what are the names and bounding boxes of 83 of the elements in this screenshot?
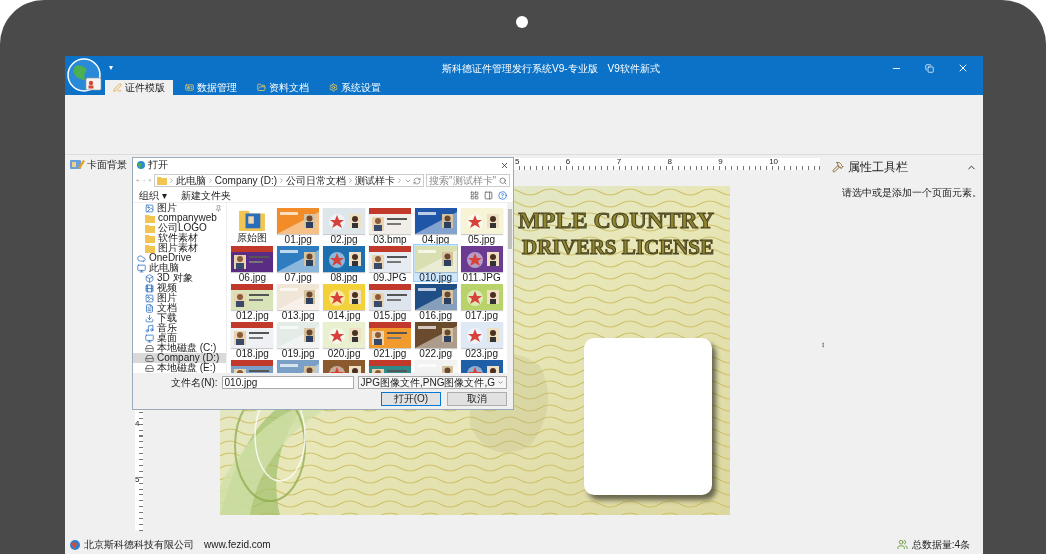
folder-icon — [257, 83, 266, 92]
ruler-label: 5 — [135, 475, 141, 486]
nav-item[interactable]: 3D 对象 — [133, 273, 226, 283]
breadcrumb-item[interactable]: Company (D:) — [214, 175, 277, 186]
window-title: 斯科德证件管理发行系统V9-专业版 V9软件新式 — [442, 61, 660, 76]
dialog-title: 打开 — [148, 160, 168, 170]
nav-item[interactable]: companyweb — [133, 213, 226, 223]
webcam-icon — [516, 16, 528, 28]
nav-item[interactable]: OneDrive — [133, 253, 226, 263]
nav-item[interactable]: Company (D:) — [133, 353, 226, 363]
toolbar-button[interactable]: 组织 ▾ — [139, 190, 167, 201]
quick-access-button[interactable]: ▾ — [109, 62, 119, 74]
company-name: 北京斯科德科技有限公司 — [84, 538, 194, 552]
id-card-icon — [185, 83, 194, 92]
refresh-icon[interactable] — [413, 176, 421, 185]
search-field[interactable]: 搜索"测试样卡" — [426, 174, 510, 187]
close-button[interactable] — [500, 160, 509, 170]
nav-item[interactable]: 音乐 — [133, 323, 226, 333]
nav-item[interactable]: 此电脑 — [133, 263, 226, 273]
panel-message: 请选中或是添加一个页面元素。 — [841, 186, 983, 200]
close-icon — [500, 160, 509, 170]
address-bar[interactable]: 此电脑 Company (D:) 公司日常文档 测试样卡 — [153, 174, 424, 187]
gear-icon — [329, 83, 338, 92]
drive-icon — [145, 363, 154, 373]
ruler-label: 10 — [769, 158, 780, 168]
ruler-label: 5 — [515, 158, 521, 168]
hammer-icon — [832, 161, 844, 173]
chevron-icon — [278, 177, 285, 184]
pen-icon — [113, 83, 122, 92]
ruler-label: 6 — [565, 158, 572, 168]
ribbon-tab[interactable]: 系统设置 — [321, 80, 389, 95]
image-icon — [145, 203, 154, 213]
search-icon — [499, 176, 507, 185]
drive-icon — [145, 343, 154, 353]
ribbon-tab[interactable]: 证件模版 — [105, 80, 173, 95]
nav-item[interactable]: 桌面 — [133, 333, 226, 343]
tool-button[interactable]: 卡面背景 — [69, 156, 127, 172]
music-icon — [145, 323, 154, 333]
website-link[interactable]: www.fezid.com — [204, 537, 271, 552]
ruler-label: 4 — [135, 420, 141, 430]
drive-icon — [145, 353, 154, 363]
nav-item[interactable]: 图片 — [133, 293, 226, 303]
chevron-icon — [167, 177, 175, 184]
people-icon — [896, 539, 908, 550]
nav-item[interactable]: 视频 — [133, 283, 226, 293]
folder-icon — [156, 176, 167, 185]
document-icon — [145, 303, 154, 313]
cube-icon — [145, 273, 154, 283]
chevron-icon — [347, 177, 354, 184]
nav-item[interactable]: 文档 — [133, 303, 226, 313]
app-logo — [67, 58, 103, 94]
chevron-icon — [396, 177, 403, 184]
monitor-icon — [137, 263, 146, 273]
film-icon — [145, 283, 154, 293]
desktop-icon — [145, 333, 154, 343]
ribbon-tab[interactable]: 数据管理 — [177, 80, 245, 95]
ruler-label: 9 — [718, 158, 724, 168]
restore-icon — [925, 63, 934, 73]
splitter-grip-icon[interactable] — [820, 341, 826, 349]
nav-item[interactable]: 软件素材 — [133, 233, 226, 243]
toolbar-button[interactable]: 新建文件夹 — [180, 190, 231, 201]
nav-item[interactable]: 图片 — [133, 203, 226, 213]
nav-item[interactable]: 本地磁盘 (C:) — [133, 343, 226, 353]
ruler-label: 8 — [667, 158, 673, 168]
image-icon — [145, 293, 154, 303]
cloud-icon — [137, 253, 146, 263]
up-icon[interactable] — [147, 176, 152, 185]
panel-title: 属性工具栏 — [848, 159, 908, 176]
record-count: 总数据量:4条 — [911, 538, 971, 552]
nav-item[interactable]: 公司LOGO — [133, 223, 226, 233]
breadcrumb-item[interactable]: 测试样卡 — [355, 175, 395, 186]
download-icon — [145, 313, 154, 323]
file-name-label: 文件名(N): — [170, 377, 218, 388]
ruler-label: 7 — [616, 158, 623, 168]
app-icon — [137, 161, 145, 169]
breadcrumb-item[interactable]: 公司日常文档 — [286, 175, 346, 186]
nav-item[interactable]: 图片素材 — [133, 243, 226, 253]
breadcrumb-item[interactable]: 此电脑 — [175, 175, 206, 186]
nav-item[interactable]: 下载 — [133, 313, 226, 323]
chevron-icon — [206, 177, 214, 184]
ribbon-tab[interactable]: 资料文档 — [249, 80, 317, 95]
globe-icon — [70, 539, 80, 550]
nav-item[interactable]: 本地磁盘 (E:) — [133, 363, 226, 373]
